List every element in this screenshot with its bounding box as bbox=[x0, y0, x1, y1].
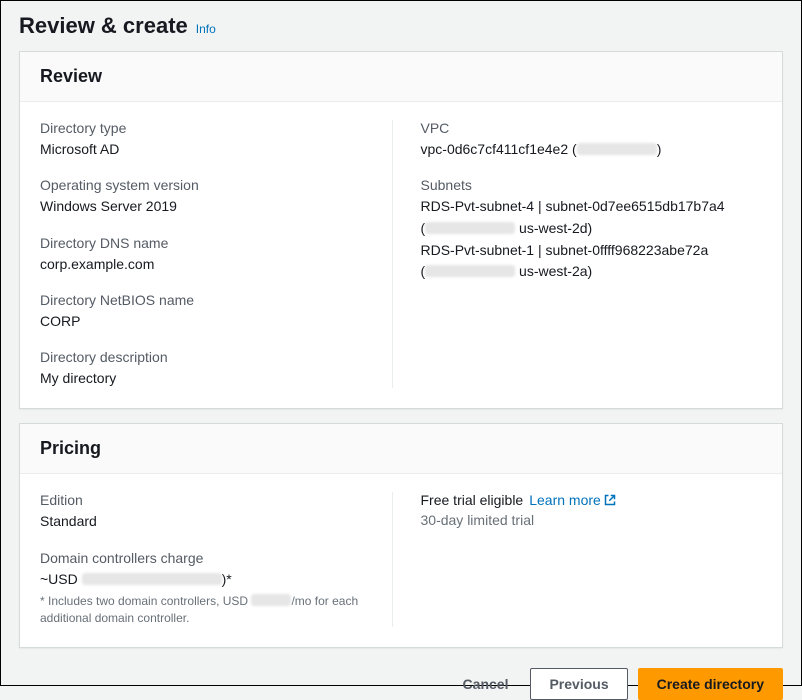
footnote-prefix: * Includes two domain controllers, USD bbox=[40, 594, 251, 608]
external-link-icon bbox=[604, 494, 616, 506]
trial-note: 30-day limited trial bbox=[421, 512, 763, 528]
subnet-2-line: RDS-Pvt-subnet-1 | subnet-0ffff968223abe… bbox=[421, 240, 763, 262]
pricing-panel-title: Pricing bbox=[40, 438, 762, 459]
label-description: Directory description bbox=[40, 349, 382, 365]
page-container: Review & create Info Review Directory ty… bbox=[0, 0, 802, 686]
learn-more-text: Learn more bbox=[529, 492, 601, 508]
pricing-divider bbox=[392, 492, 393, 626]
field-subnets: Subnets RDS-Pvt-subnet-4 | subnet-0d7ee6… bbox=[421, 177, 763, 283]
label-os-version: Operating system version bbox=[40, 177, 382, 193]
pricing-panel-body: Edition Standard Domain controllers char… bbox=[20, 474, 782, 646]
vpc-id-suffix: ) bbox=[657, 141, 662, 157]
pricing-left-column: Edition Standard Domain controllers char… bbox=[40, 492, 382, 626]
free-trial-row: Free trial eligible Learn more bbox=[421, 492, 763, 508]
value-netbios: CORP bbox=[40, 311, 382, 331]
dc-charge-prefix: ~USD bbox=[40, 571, 82, 587]
label-dc-charge: Domain controllers charge bbox=[40, 550, 382, 566]
subnet-1-detail: ( us-west-2d) bbox=[421, 218, 763, 240]
value-vpc: vpc-0d6c7cf411cf1e4e2 () bbox=[421, 139, 763, 159]
subnet-1-line: RDS-Pvt-subnet-4 | subnet-0d7ee6515db17b… bbox=[421, 196, 763, 218]
info-link[interactable]: Info bbox=[196, 22, 216, 36]
field-directory-type: Directory type Microsoft AD bbox=[40, 120, 382, 159]
subnet-1-az: us-west-2d) bbox=[515, 220, 592, 236]
value-description: My directory bbox=[40, 368, 382, 388]
free-trial-label: Free trial eligible bbox=[421, 492, 524, 508]
field-dc-charge: Domain controllers charge ~USD )* * Incl… bbox=[40, 550, 382, 627]
previous-button[interactable]: Previous bbox=[530, 668, 627, 700]
subnet-2-redacted bbox=[425, 265, 515, 277]
cancel-button[interactable]: Cancel bbox=[451, 669, 521, 699]
review-panel-body: Directory type Microsoft AD Operating sy… bbox=[20, 102, 782, 408]
subnet-2-detail: ( us-west-2a) bbox=[421, 261, 763, 283]
review-right-column: VPC vpc-0d6c7cf411cf1e4e2 () Subnets RDS… bbox=[421, 120, 763, 388]
field-os-version: Operating system version Windows Server … bbox=[40, 177, 382, 216]
value-subnets: RDS-Pvt-subnet-4 | subnet-0d7ee6515db17b… bbox=[421, 196, 763, 283]
vpc-id-prefix: vpc-0d6c7cf411cf1e4e2 ( bbox=[421, 141, 577, 157]
column-divider bbox=[392, 120, 393, 388]
label-vpc: VPC bbox=[421, 120, 763, 136]
subnet-1-redacted bbox=[425, 222, 515, 234]
dc-charge-footnote: * Includes two domain controllers, USD /… bbox=[40, 593, 382, 627]
label-netbios: Directory NetBIOS name bbox=[40, 292, 382, 308]
review-left-column: Directory type Microsoft AD Operating sy… bbox=[40, 120, 382, 388]
value-os-version: Windows Server 2019 bbox=[40, 196, 382, 216]
create-directory-button[interactable]: Create directory bbox=[638, 668, 783, 700]
pricing-panel: Pricing Edition Standard Domain controll… bbox=[19, 423, 783, 647]
footnote-redacted bbox=[251, 594, 291, 606]
review-panel-title: Review bbox=[40, 66, 762, 87]
review-panel-header: Review bbox=[20, 52, 782, 102]
page-header: Review & create Info bbox=[19, 13, 783, 39]
label-edition: Edition bbox=[40, 492, 382, 508]
field-vpc: VPC vpc-0d6c7cf411cf1e4e2 () bbox=[421, 120, 763, 159]
value-edition: Standard bbox=[40, 511, 382, 531]
page-title: Review & create bbox=[19, 13, 188, 39]
learn-more-link[interactable]: Learn more bbox=[529, 492, 616, 508]
label-dns-name: Directory DNS name bbox=[40, 235, 382, 251]
vpc-name-redacted bbox=[577, 143, 657, 155]
value-dns-name: corp.example.com bbox=[40, 254, 382, 274]
review-panel: Review Directory type Microsoft AD Opera… bbox=[19, 51, 783, 409]
wizard-actions: Cancel Previous Create directory bbox=[19, 668, 783, 700]
label-subnets: Subnets bbox=[421, 177, 763, 193]
field-edition: Edition Standard bbox=[40, 492, 382, 531]
field-description: Directory description My directory bbox=[40, 349, 382, 388]
pricing-right-column: Free trial eligible Learn more 30-day li… bbox=[421, 492, 763, 626]
dc-charge-suffix: )* bbox=[222, 571, 232, 587]
value-dc-charge: ~USD )* bbox=[40, 569, 382, 589]
value-directory-type: Microsoft AD bbox=[40, 139, 382, 159]
dc-charge-redacted bbox=[82, 573, 222, 585]
subnet-2-az: us-west-2a) bbox=[515, 263, 592, 279]
field-dns-name: Directory DNS name corp.example.com bbox=[40, 235, 382, 274]
label-directory-type: Directory type bbox=[40, 120, 382, 136]
field-netbios: Directory NetBIOS name CORP bbox=[40, 292, 382, 331]
pricing-panel-header: Pricing bbox=[20, 424, 782, 474]
